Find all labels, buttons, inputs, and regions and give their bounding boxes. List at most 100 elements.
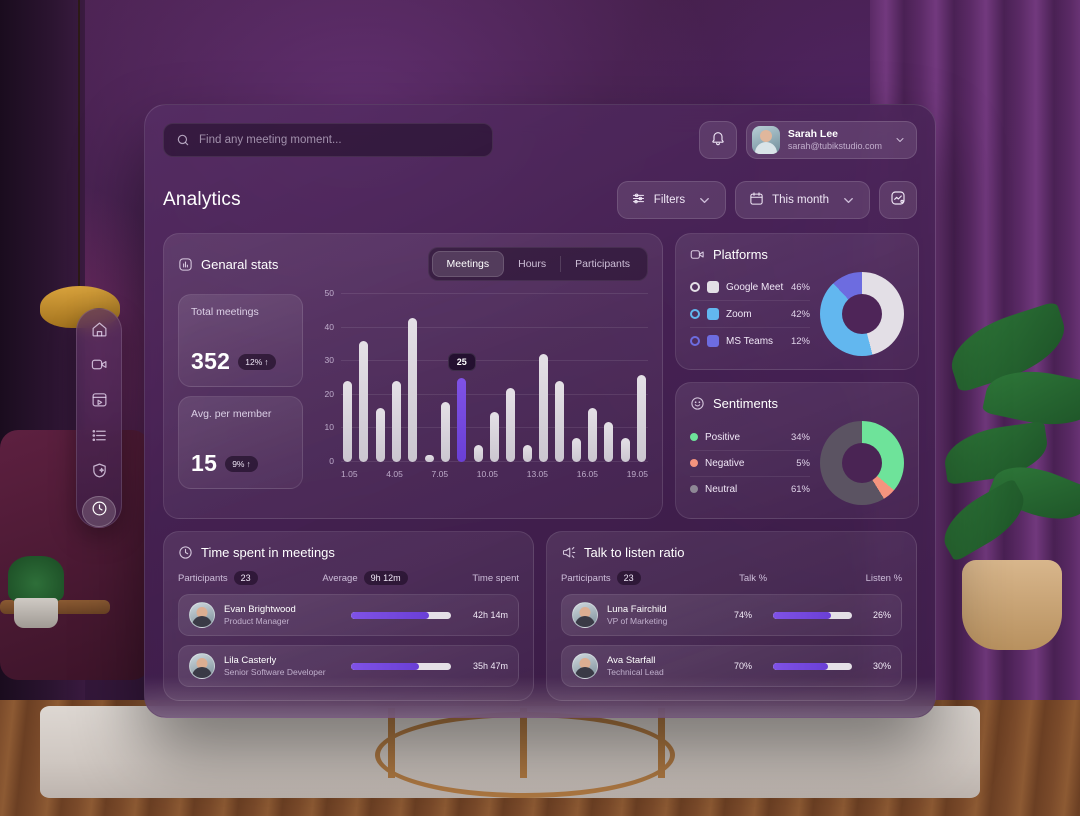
home-icon	[91, 321, 108, 343]
chart-y-tick: 10	[324, 422, 334, 433]
stat-avg-per-member: Avg. per member 15 9% ↑	[178, 396, 303, 489]
chart-bar[interactable]	[391, 381, 401, 462]
notifications-button[interactable]	[698, 121, 737, 159]
toolbar: Filters This month	[616, 181, 917, 219]
legend-value: 61%	[790, 483, 810, 495]
participant-row[interactable]: Ava Starfall Technical Lead 70% 30%	[561, 645, 902, 687]
tab-participants[interactable]: Participants	[561, 252, 644, 276]
chart-bar[interactable]	[375, 408, 385, 462]
legend-value: 46%	[790, 281, 810, 293]
stats-tabs[interactable]: Meetings Hours Participants	[427, 247, 648, 281]
progress-fill	[351, 611, 429, 619]
chart-bar[interactable]	[473, 445, 483, 462]
page-header: Analytics Filters This month	[163, 181, 917, 219]
sidebar-item-analytics[interactable]	[82, 495, 116, 527]
chart-bar[interactable]	[555, 381, 565, 462]
progress-fill	[351, 662, 419, 670]
legend-label: Positive	[705, 431, 741, 443]
chart-bar[interactable]	[424, 455, 434, 462]
legend-row: Zoom 42%	[690, 301, 810, 328]
zoom-icon	[707, 308, 719, 320]
filters-button[interactable]: Filters	[616, 181, 727, 219]
platforms-header: Platforms	[690, 247, 904, 262]
video-camera-icon	[91, 356, 108, 378]
google-meet-icon	[707, 281, 719, 293]
right-column: Platforms Google Meet 46% Zoom 42% MS Teams 1…	[675, 233, 919, 519]
legend-label: Negative	[705, 457, 745, 469]
general-stats-header: Genaral stats Meetings Hours Participant…	[178, 247, 648, 281]
chart-bar[interactable]	[489, 411, 499, 462]
talk-percent: 74%	[734, 610, 753, 620]
topbar-right: Sarah Lee sarah@tubikstudio.com	[698, 121, 917, 159]
tab-hours[interactable]: Hours	[504, 252, 560, 276]
participant-role: Product Manager	[224, 616, 290, 626]
table-leg	[658, 708, 665, 778]
date-range-button[interactable]: This month	[735, 181, 870, 219]
chart-bar[interactable]	[506, 388, 516, 462]
chart-bar[interactable]	[571, 438, 581, 462]
stat-delta-badge: 12% ↑	[238, 353, 276, 370]
sidebar-item-home[interactable]	[84, 319, 114, 344]
chevron-down-icon	[697, 193, 712, 208]
legend-value: 5%	[796, 457, 810, 469]
stat-delta: 9%	[232, 458, 245, 469]
talk-listen-header: Talk to listen ratio	[561, 545, 902, 560]
dashboard-grid: Genaral stats Meetings Hours Participant…	[163, 233, 919, 519]
avatar	[751, 126, 780, 154]
bar-chart-icon	[178, 257, 193, 272]
participant-row[interactable]: Luna Fairchild VP of Marketing 74% 26%	[561, 594, 902, 636]
chart-bar[interactable]	[440, 401, 450, 462]
calendar-play-icon	[91, 391, 108, 413]
report-button[interactable]	[879, 181, 917, 219]
user-name: Sarah Lee	[787, 127, 839, 140]
calendar-icon	[749, 191, 764, 209]
progress-track	[773, 611, 852, 619]
bottom-row: Time spent in meetings Participants 23 A…	[163, 531, 917, 701]
search-bar[interactable]	[163, 123, 493, 157]
participants-label: Participants	[561, 572, 611, 584]
chart-bar-selected[interactable]: 25	[447, 353, 476, 462]
chart-bar[interactable]	[359, 341, 369, 462]
chart-bar[interactable]	[538, 354, 548, 462]
chart-bar[interactable]	[522, 445, 532, 462]
participants-count: 23	[616, 571, 641, 585]
legend-color-dot	[690, 459, 698, 467]
chart-bar[interactable]	[343, 381, 352, 462]
date-range-label: This month	[772, 194, 829, 206]
chart-y-tick: 30	[324, 355, 334, 366]
search-input[interactable]	[199, 134, 480, 146]
lamp-cord	[78, 0, 80, 290]
platforms-donut-chart	[820, 272, 904, 356]
legend-row: Google Meet 46%	[690, 274, 810, 301]
chart-bar[interactable]	[604, 421, 614, 462]
chart-bar[interactable]	[587, 408, 597, 462]
participants-count: 23	[233, 571, 258, 585]
sidebar-item-meetings[interactable]	[84, 354, 114, 379]
sentiments-legend: Positive 34% Negative 5% Neutral 61%	[690, 425, 810, 502]
sidebar-item-recordings[interactable]	[84, 390, 114, 415]
participant-info: Lila Casterly Senior Software Developer	[224, 655, 342, 677]
chart-bar[interactable]	[620, 438, 630, 462]
sidebar-nav[interactable]	[76, 308, 122, 528]
participant-row[interactable]: Lila Casterly Senior Software Developer 35…	[178, 645, 519, 687]
stat-delta-badge: 9% ↑	[225, 455, 258, 472]
sidebar-item-insights[interactable]	[84, 461, 114, 486]
legend-row: MS Teams 12%	[690, 328, 810, 354]
tab-meetings[interactable]: Meetings	[431, 251, 505, 277]
table-leg	[388, 708, 395, 778]
sliders-icon	[631, 191, 646, 209]
listen-label: Listen %	[865, 572, 903, 584]
user-profile-menu[interactable]: Sarah Lee sarah@tubikstudio.com	[745, 121, 917, 159]
participant-name: Evan Brightwood	[224, 604, 296, 615]
sidebar-item-transcripts[interactable]	[84, 425, 114, 450]
general-stats-title: Genaral stats	[201, 256, 279, 272]
sentiments-title: Sentiments	[713, 396, 779, 411]
stat-label: Total meetings	[191, 306, 259, 318]
chevron-down-icon	[894, 134, 906, 146]
average-value: 9h 12m	[363, 571, 408, 585]
avatar	[189, 653, 215, 679]
sentiments-body: Positive 34% Negative 5% Neutral 61%	[690, 421, 904, 505]
chart-bar[interactable]	[408, 317, 418, 462]
participant-row[interactable]: Evan Brightwood Product Manager 42h 14m	[178, 594, 519, 636]
chart-bar[interactable]	[636, 374, 646, 462]
